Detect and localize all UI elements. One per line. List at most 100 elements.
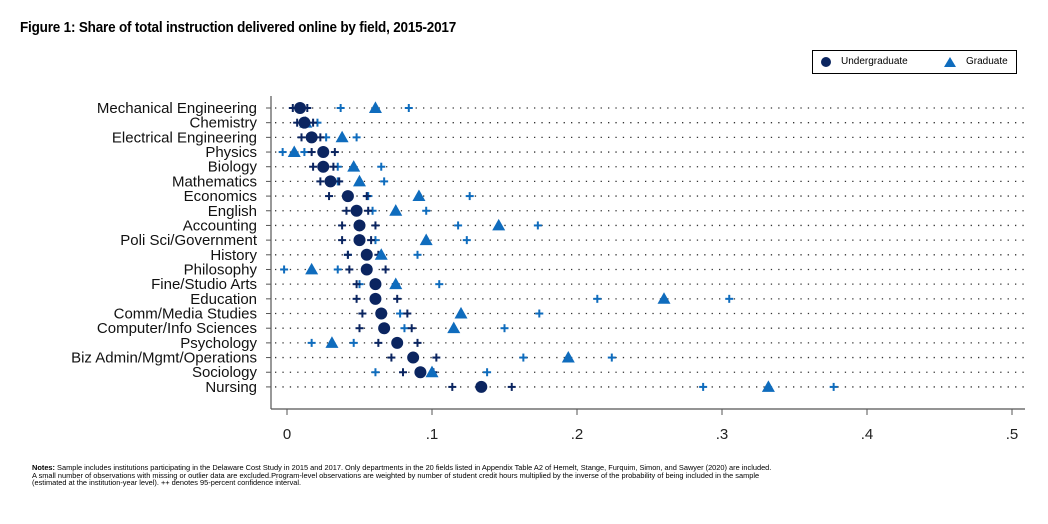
- undergraduate-ci-low-computer-info-sciences: [355, 324, 364, 333]
- graduate-point-biology: [347, 160, 361, 172]
- confidence-interval-marks: [278, 104, 838, 391]
- undergraduate-ci-low-accounting: [338, 221, 347, 230]
- undergraduate-point-economics: [341, 190, 354, 203]
- graduate-ci-high-accounting: [533, 221, 542, 230]
- undergraduate-point-fine-studio-arts: [369, 278, 382, 291]
- undergraduate-ci-low-mathematics: [316, 177, 325, 186]
- graduate-ci-low-comm-media-studies: [396, 309, 405, 318]
- graduate-point-biz-admin-mgmt-operations: [561, 350, 575, 363]
- undergraduate-point-english: [350, 204, 363, 217]
- graduate-ci-low-sociology: [371, 368, 380, 377]
- undergraduate-ci-high-education: [393, 294, 402, 303]
- undergraduate-point-psychology: [391, 336, 404, 349]
- graduate-point-accounting: [492, 218, 506, 231]
- graduate-ci-high-physics: [300, 148, 309, 157]
- graduate-ci-low-nursing: [699, 382, 708, 391]
- graduate-point-mathematics: [353, 174, 366, 187]
- guide-lines: [275, 107, 1025, 388]
- graduate-ci-high-psychology: [349, 338, 358, 347]
- undergraduate-point-poli-sci-government: [353, 234, 366, 247]
- graduate-ci-high-sociology: [483, 368, 492, 377]
- undergraduate-ci-high-poli-sci-government: [367, 236, 376, 245]
- undergraduate-point-education: [369, 292, 382, 305]
- x-tick-label: .3: [716, 426, 729, 443]
- undergraduate-ci-low-english: [342, 206, 351, 215]
- graduate-point-psychology: [325, 336, 339, 348]
- graduate-ci-low-psychology: [307, 338, 316, 347]
- undergraduate-ci-low-sociology: [399, 368, 407, 377]
- graduate-ci-high-nursing: [829, 382, 838, 391]
- graduate-point-poli-sci-government: [419, 233, 433, 246]
- undergraduate-point-mechanical-engineering: [294, 102, 307, 114]
- undergraduate-ci-high-accounting: [371, 221, 380, 230]
- undergraduate-point-biology: [317, 160, 330, 173]
- graduate-ci-high-english: [422, 206, 431, 215]
- undergraduate-ci-high-economics: [362, 192, 371, 201]
- undergraduate-point-comm-media-studies: [375, 307, 388, 320]
- undergraduate-point-nursing: [475, 380, 488, 393]
- category-labels: Mechanical EngineeringChemistryElectrica…: [71, 100, 258, 396]
- undergraduate-point-electrical-engineering: [305, 131, 318, 144]
- undergraduate-ci-low-comm-media-studies: [358, 309, 367, 318]
- undergraduate-point-mathematics: [324, 175, 337, 188]
- graduate-ci-low-mechanical-engineering: [336, 104, 345, 112]
- undergraduate-point-sociology: [414, 366, 427, 379]
- graduate-ci-low-biz-admin-mgmt-operations: [519, 353, 528, 362]
- graduate-point-education: [657, 292, 671, 304]
- undergraduate-point-accounting: [353, 219, 366, 232]
- graduate-ci-high-poli-sci-government: [462, 236, 471, 245]
- undergraduate-point-physics: [317, 146, 330, 159]
- graduate-ci-high-philosophy: [333, 265, 342, 274]
- graduate-point-nursing: [761, 380, 775, 392]
- undergraduate-point-philosophy: [360, 263, 373, 276]
- graduate-point-philosophy: [305, 262, 319, 275]
- undergraduate-ci-high-biz-admin-mgmt-operations: [432, 353, 441, 362]
- undergraduate-ci-low-biz-admin-mgmt-operations: [387, 353, 396, 362]
- graduate-ci-low-education: [593, 294, 602, 303]
- graduate-ci-high-fine-studio-arts: [435, 280, 444, 289]
- undergraduate-ci-low-education: [352, 294, 361, 303]
- graduate-point-electrical-engineering: [335, 130, 349, 143]
- graduate-ci-high-biz-admin-mgmt-operations: [607, 353, 616, 362]
- graduate-point-mechanical-engineering: [368, 101, 382, 113]
- x-tick-label: .1: [426, 426, 439, 443]
- undergraduate-ci-high-computer-info-sciences: [407, 324, 416, 333]
- undergraduate-ci-low-psychology: [374, 338, 383, 347]
- notes-line-3: (estimated at the institution-year level…: [32, 478, 302, 488]
- graduate-ci-low-computer-info-sciences: [400, 324, 409, 333]
- undergraduate-ci-low-philosophy: [345, 265, 354, 274]
- graduate-ci-high-history: [413, 250, 422, 259]
- graduate-point-comm-media-studies: [454, 306, 468, 319]
- graduate-ci-high-electrical-engineering: [352, 133, 361, 142]
- graduate-ci-low-physics: [278, 148, 287, 157]
- undergraduate-point-computer-info-sciences: [378, 322, 391, 335]
- undergraduate-point-chemistry: [298, 116, 311, 129]
- graduate-ci-high-biology: [377, 162, 386, 171]
- undergraduate-point-biz-admin-mgmt-operations: [407, 351, 420, 364]
- x-tick-label: .4: [861, 426, 874, 443]
- x-tick-label: .2: [571, 426, 584, 443]
- graduate-ci-low-philosophy: [280, 265, 289, 274]
- undergraduate-ci-low-physics: [307, 148, 316, 157]
- x-tick-label: .5: [1006, 426, 1019, 443]
- x-tick-labels: 0 .1 .2 .3 .4 .5: [283, 426, 1018, 443]
- graduate-point-computer-info-sciences: [447, 321, 461, 334]
- graduate-ci-high-computer-info-sciences: [500, 324, 509, 333]
- undergraduate-ci-low-poli-sci-government: [338, 236, 347, 245]
- undergraduate-ci-high-nursing: [507, 382, 516, 391]
- data-points: [287, 101, 775, 393]
- undergraduate-ci-low-nursing: [448, 382, 457, 391]
- graduate-ci-high-mathematics: [380, 177, 389, 186]
- undergraduate-ci-high-comm-media-studies: [403, 309, 412, 318]
- undergraduate-ci-low-economics: [325, 192, 334, 201]
- graduate-point-physics: [287, 145, 301, 157]
- graduate-ci-high-mechanical-engineering: [404, 104, 413, 112]
- graduate-ci-low-accounting: [454, 221, 463, 230]
- x-tick-label: 0: [283, 426, 291, 443]
- undergraduate-ci-high-philosophy: [381, 265, 390, 274]
- dot-plot-chart: Mechanical EngineeringChemistryElectrica…: [71, 96, 1025, 443]
- undergraduate-ci-low-history: [343, 250, 352, 259]
- undergraduate-ci-low-biology: [309, 162, 318, 171]
- undergraduate-ci-high-biology: [329, 162, 338, 171]
- graduate-point-fine-studio-arts: [389, 277, 403, 290]
